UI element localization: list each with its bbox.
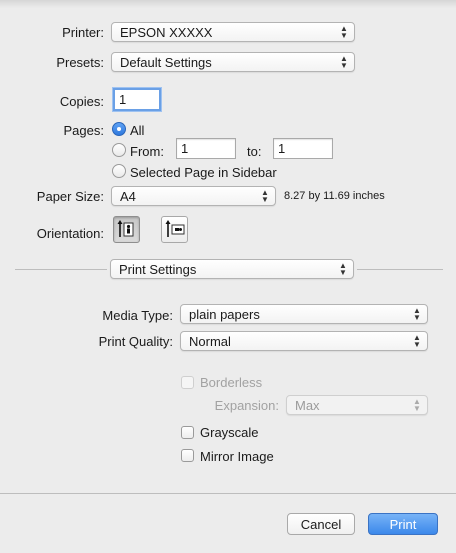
printer-value: EPSON XXXXX xyxy=(120,25,213,40)
cancel-button[interactable]: Cancel xyxy=(287,513,355,535)
landscape-icon xyxy=(165,220,185,237)
pages-to-label: to: xyxy=(247,144,262,159)
pages-from-label: From: xyxy=(130,144,164,159)
updown-chevron-icon: ▲ ▼ xyxy=(340,54,348,70)
grayscale-label: Grayscale xyxy=(200,425,259,440)
updown-chevron-icon: ▲ ▼ xyxy=(261,188,269,204)
paper-size-popup[interactable]: A4 ▲ ▼ xyxy=(111,186,276,206)
print-quality-popup[interactable]: Normal ▲ ▼ xyxy=(180,331,428,351)
printer-label: Printer: xyxy=(62,25,104,40)
paper-dimensions: 8.27 by 11.69 inches xyxy=(284,190,385,202)
updown-chevron-icon: ▲ ▼ xyxy=(340,24,348,40)
print-button[interactable]: Print xyxy=(368,513,438,535)
print-quality-value: Normal xyxy=(189,334,231,349)
pages-to-field[interactable]: 1 xyxy=(273,138,333,159)
pages-from-field[interactable]: 1 xyxy=(176,138,236,159)
paper-size-value: A4 xyxy=(120,189,136,204)
borderless-checkbox[interactable] xyxy=(181,376,194,389)
presets-label: Presets: xyxy=(56,55,104,70)
expansion-popup[interactable]: Max ▲ ▼ xyxy=(286,395,428,415)
media-type-popup[interactable]: plain papers ▲ ▼ xyxy=(180,304,428,324)
grayscale-checkbox[interactable] xyxy=(181,426,194,439)
orientation-label: Orientation: xyxy=(36,226,104,241)
landscape-orientation-button[interactable] xyxy=(161,216,188,243)
footer-divider xyxy=(0,493,456,494)
pages-all-radio[interactable] xyxy=(112,122,126,136)
expansion-value: Max xyxy=(295,398,320,413)
pages-label: Pages: xyxy=(63,123,104,138)
pages-from-radio[interactable] xyxy=(112,143,126,157)
updown-chevron-icon: ▲ ▼ xyxy=(413,397,421,413)
updown-chevron-icon: ▲ ▼ xyxy=(413,306,421,322)
pages-selected-radio[interactable] xyxy=(112,164,126,178)
print-quality-label: Print Quality: xyxy=(98,334,173,349)
copies-label: Copies: xyxy=(59,94,104,109)
mirror-image-label: Mirror Image xyxy=(200,449,274,464)
window-top-edge xyxy=(0,0,456,8)
media-type-value: plain papers xyxy=(189,307,260,322)
copies-field[interactable]: 1 xyxy=(113,88,161,111)
media-type-label: Media Type: xyxy=(102,308,173,323)
borderless-label: Borderless xyxy=(200,375,263,390)
portrait-icon xyxy=(117,220,134,237)
paper-size-label: Paper Size: xyxy=(36,189,104,204)
updown-chevron-icon: ▲ ▼ xyxy=(339,261,347,277)
mirror-image-checkbox[interactable] xyxy=(181,449,194,462)
updown-chevron-icon: ▲ ▼ xyxy=(413,333,421,349)
expansion-label: Expansion: xyxy=(214,398,279,413)
section-popup[interactable]: Print Settings ▲ ▼ xyxy=(110,259,354,279)
pages-all-label: All xyxy=(130,123,145,138)
pages-selected-label: Selected Page in Sidebar xyxy=(130,165,277,180)
section-value: Print Settings xyxy=(119,262,197,277)
portrait-orientation-button[interactable] xyxy=(113,216,140,243)
presets-popup[interactable]: Default Settings ▲ ▼ xyxy=(111,52,355,72)
presets-value: Default Settings xyxy=(120,55,212,70)
section-divider-right xyxy=(357,269,443,270)
printer-popup[interactable]: EPSON XXXXX ▲ ▼ xyxy=(111,22,355,42)
section-divider-left xyxy=(15,269,107,270)
